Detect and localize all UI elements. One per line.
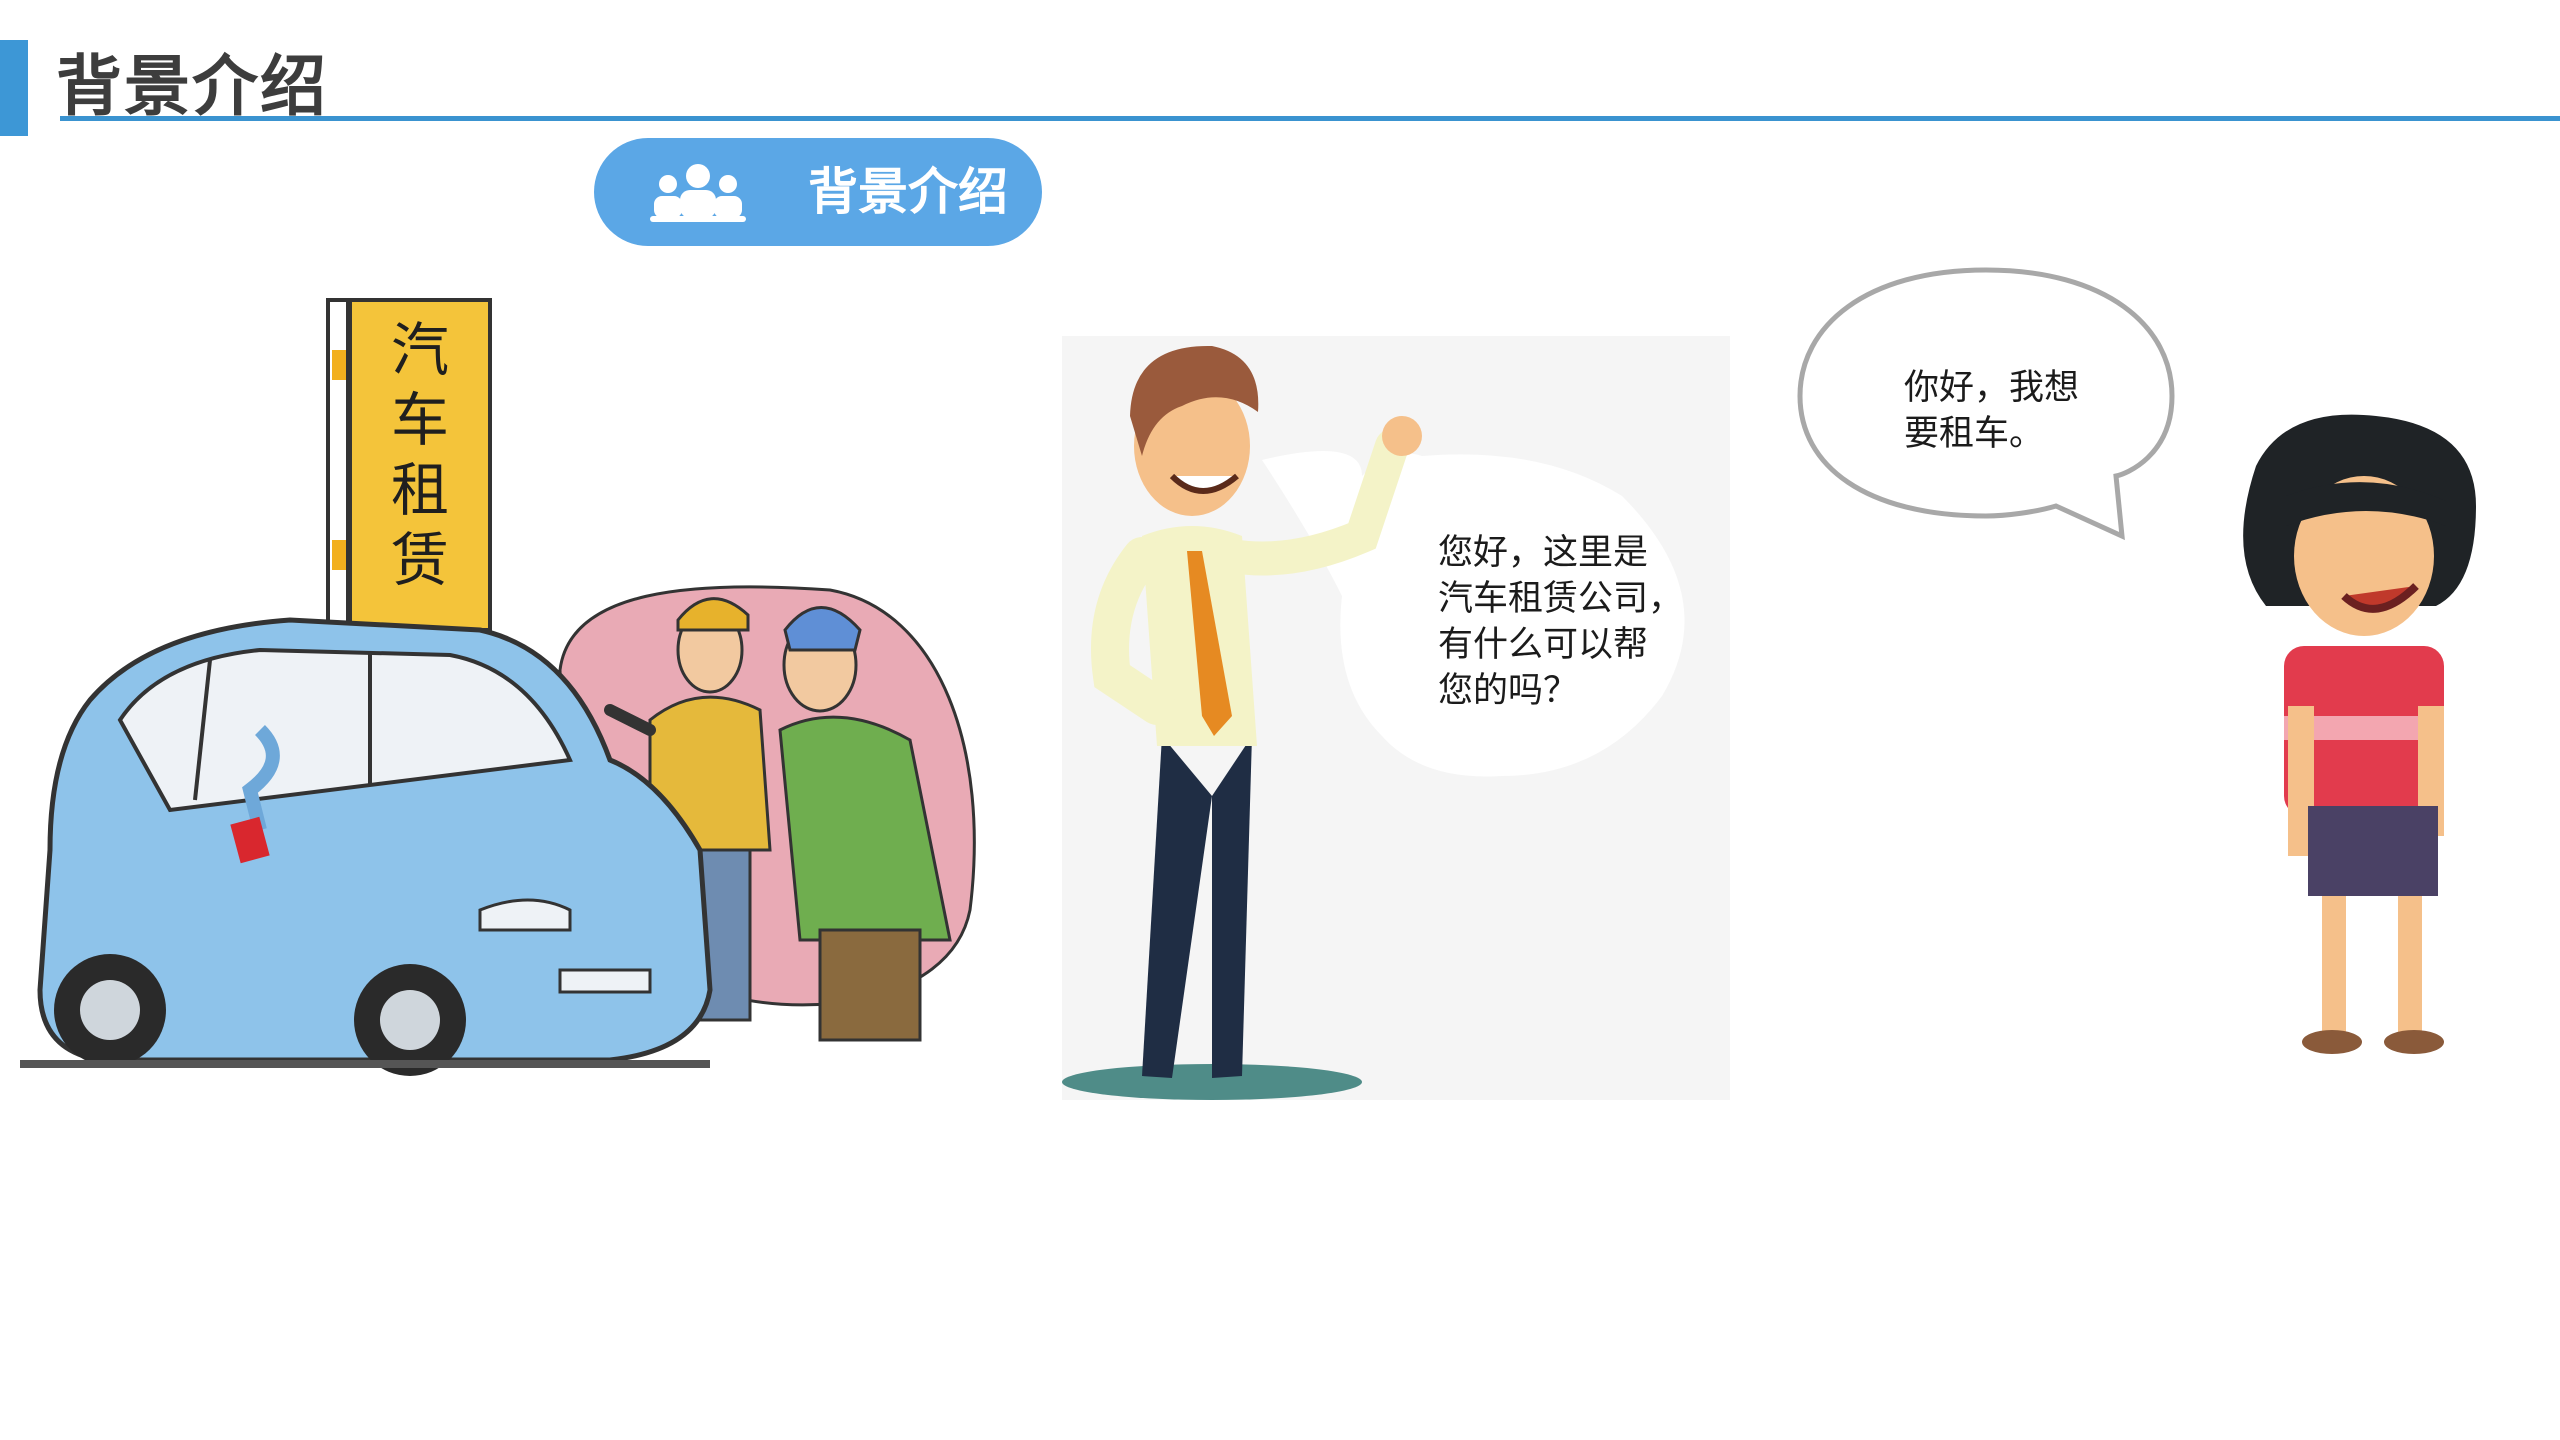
young-customer-illustration xyxy=(2243,414,2476,1054)
section-badge: 背景介绍 xyxy=(594,138,1042,246)
section-badge-label: 背景介绍 xyxy=(808,163,1008,221)
rental-agent-illustration xyxy=(1062,336,1730,1100)
customer-speech-text: 你好，我想 要租车。 xyxy=(1904,368,2080,454)
group-people-icon xyxy=(650,164,746,222)
car-rental-illustration: 汽车租赁 xyxy=(20,298,976,1076)
title-divider xyxy=(60,116,2560,121)
page-title: 背景介绍 xyxy=(56,48,328,125)
title-accent-bar xyxy=(0,40,28,136)
agent-speech-text: 您好，这里是 汽车租赁公司， 有什么可以帮 您的吗？ xyxy=(1438,533,1684,711)
